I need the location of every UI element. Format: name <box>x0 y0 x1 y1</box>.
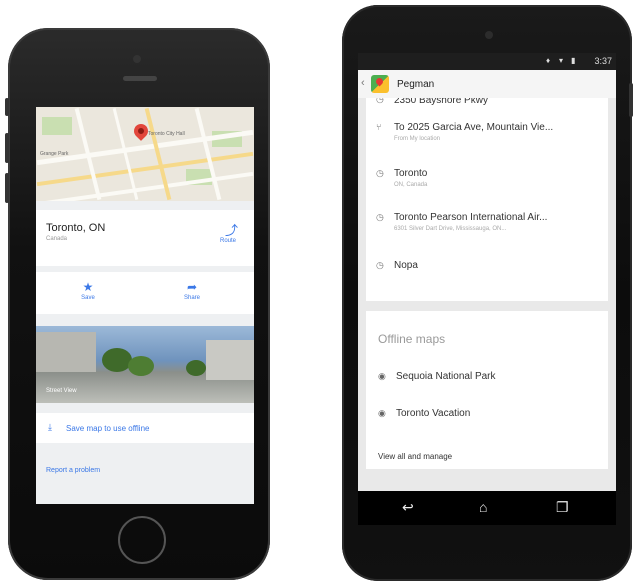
search-toolbar: ‹ Pegman <box>358 70 616 98</box>
battery-icon: ▮ <box>571 56 576 65</box>
offline-map-icon: ◉ <box>378 371 386 381</box>
street-view-thumbnail[interactable]: Street View <box>36 326 254 403</box>
star-icon: ★ <box>82 280 94 294</box>
history-subtitle: From My location <box>394 136 441 142</box>
wifi-icon: ▾ <box>559 56 564 65</box>
history-title: Nopa <box>394 260 418 271</box>
clock-icon: ◷ <box>376 98 384 104</box>
home-icon[interactable]: ⌂ <box>479 499 487 515</box>
power-button <box>629 83 633 117</box>
front-camera <box>485 31 493 39</box>
status-bar: ♦ ▾ ▮ 3:37 <box>358 53 616 70</box>
place-card[interactable]: Toronto, ON Canada ⤴ Route <box>36 210 254 266</box>
android-device: ♦ ▾ ▮ 3:37 ‹ Pegman ◷ 2350 Bayshore Pkwy… <box>342 5 633 581</box>
view-all-manage-link[interactable]: View all and manage <box>378 452 452 461</box>
share-button[interactable]: ➦ Share <box>162 280 222 301</box>
clock-icon: ◷ <box>376 168 384 178</box>
place-name: Toronto, ON <box>46 222 106 234</box>
list-item[interactable]: ◷ Nopa <box>366 258 608 278</box>
save-offline-button[interactable]: ⤓ Save map to use offline <box>36 413 254 443</box>
save-button[interactable]: ★ Save <box>58 280 118 301</box>
android-screen: ♦ ▾ ▮ 3:37 ‹ Pegman ◷ 2350 Bayshore Pkwy… <box>358 53 616 525</box>
map-view[interactable]: Toronto City Hall Grange Park <box>36 107 254 201</box>
recent-apps-icon[interactable]: ❐ <box>556 499 569 516</box>
download-icon: ⤓ <box>48 422 52 432</box>
back-arrow-icon[interactable]: ‹ <box>361 77 365 89</box>
offline-map-name: Sequoia National Park <box>396 371 496 382</box>
street-view-label: Street View <box>46 388 77 394</box>
status-time: 3:37 <box>594 56 612 66</box>
iphone-device: Toronto City Hall Grange Park Toronto, O… <box>5 28 270 580</box>
share-label: Share <box>183 295 200 301</box>
offline-map-item[interactable]: ◉ Sequoia National Park <box>366 371 608 391</box>
offline-map-icon: ◉ <box>378 408 386 418</box>
history-title: Toronto <box>394 168 428 179</box>
front-camera <box>133 55 141 63</box>
directions-icon: ⑂ <box>376 122 382 132</box>
clock-icon: ◷ <box>376 260 384 270</box>
route-icon[interactable]: ⤴ <box>225 220 238 239</box>
route-label[interactable]: Route <box>220 238 236 244</box>
list-item[interactable]: ◷ Toronto ON, Canada <box>366 166 608 196</box>
volume-down-button <box>5 173 9 203</box>
report-problem-link[interactable]: Report a problem <box>46 467 100 474</box>
offline-maps-title: Offline maps <box>378 332 446 346</box>
back-icon[interactable]: ↩ <box>402 499 414 516</box>
list-item[interactable]: ⑂ To 2025 Garcia Ave, Mountain Vie... Fr… <box>366 120 608 150</box>
history-title: 2350 Bayshore Pkwy <box>394 98 488 106</box>
history-title: Toronto Pearson International Air... <box>394 212 548 223</box>
place-region: Canada <box>46 236 68 242</box>
home-button <box>118 516 166 564</box>
offline-map-name: Toronto Vacation <box>396 408 471 419</box>
save-label: Save <box>81 295 95 301</box>
clock-icon: ◷ <box>376 212 384 222</box>
search-query[interactable]: Pegman <box>397 79 434 90</box>
location-icon: ♦ <box>546 56 551 65</box>
history-subtitle: ON, Canada <box>394 182 428 188</box>
history-title: To 2025 Garcia Ave, Mountain Vie... <box>394 122 554 133</box>
history-subtitle: 6301 Silver Dart Drive, Mississauga, ON.… <box>394 226 507 232</box>
volume-up-button <box>5 133 9 163</box>
mute-switch <box>5 98 9 116</box>
list-item[interactable]: ◷ 2350 Bayshore Pkwy <box>366 98 608 108</box>
offline-map-item[interactable]: ◉ Toronto Vacation <box>366 408 608 428</box>
list-item[interactable]: ◷ Toronto Pearson International Air... 6… <box>366 210 608 240</box>
share-icon: ➦ <box>186 280 198 294</box>
earpiece-speaker <box>123 76 157 81</box>
save-offline-label: Save map to use offline <box>66 424 150 433</box>
action-bar: ★ Save ➦ Share <box>36 272 254 314</box>
iphone-screen: Toronto City Hall Grange Park Toronto, O… <box>36 107 254 504</box>
offline-maps-card: Offline maps ◉ Sequoia National Park ◉ T… <box>366 311 608 469</box>
maps-logo-icon <box>371 75 389 93</box>
system-nav-bar: ↩ ⌂ ❐ <box>358 491 616 525</box>
search-history-list: ◷ 2350 Bayshore Pkwy ⑂ To 2025 Garcia Av… <box>366 98 608 301</box>
